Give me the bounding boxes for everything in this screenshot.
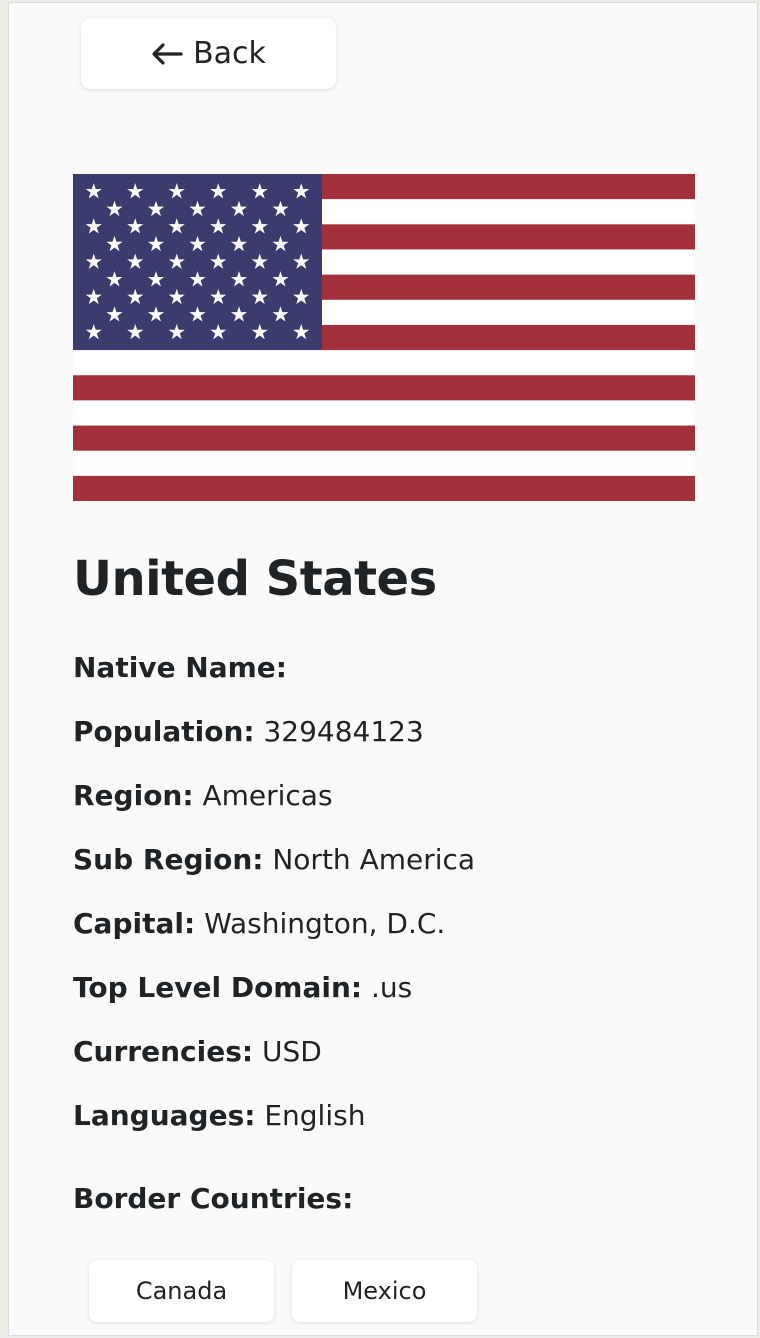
country-flag xyxy=(73,174,695,501)
back-button[interactable]: Back xyxy=(81,18,336,89)
detail-population: Population: 329484123 xyxy=(73,715,424,748)
border-country-chip-mexico[interactable]: Mexico xyxy=(292,1260,477,1322)
detail-currencies: Currencies: USD xyxy=(73,1035,322,1068)
detail-languages: Languages: English xyxy=(73,1099,366,1132)
detail-top-level-domain: Top Level Domain: .us xyxy=(73,971,413,1004)
back-button-label: Back xyxy=(193,36,266,71)
country-detail-page: Back United States Native Name: Populati… xyxy=(8,2,758,1336)
country-details: Native Name: Population: 329484123 Regio… xyxy=(73,646,475,1158)
detail-sub-region: Sub Region: North America xyxy=(73,843,476,876)
detail-native-name: Native Name: xyxy=(73,651,287,684)
border-countries-heading: Border Countries: xyxy=(73,1182,354,1215)
arrow-left-icon xyxy=(152,42,183,65)
detail-capital: Capital: Washington, D.C. xyxy=(73,907,446,940)
country-name: United States xyxy=(73,551,437,607)
border-country-chip-canada[interactable]: Canada xyxy=(89,1260,274,1322)
detail-region: Region: Americas xyxy=(73,779,333,812)
